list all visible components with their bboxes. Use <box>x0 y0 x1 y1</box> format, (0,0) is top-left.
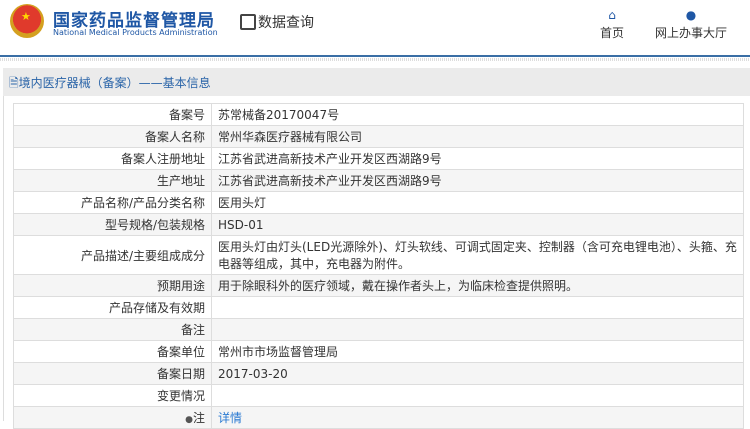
bulb-icon: ● <box>185 415 193 425</box>
table-row: 备案单位 常州市市场监督管理局 <box>13 340 744 363</box>
row-value: 用于除眼科外的医疗领域，戴在操作者头上，为临床检查提供照明。 <box>211 274 744 297</box>
row-value: 医用头灯由灯头(LED光源除外)、灯头软线、可调式固定夹、控制器（含可充电锂电池… <box>211 235 744 275</box>
table-row: 产品名称/产品分类名称 医用头灯 <box>13 191 744 214</box>
row-value-text: HSD-01 <box>218 217 264 232</box>
row-label-text: 备案单位 <box>156 345 205 359</box>
data-query[interactable]: 数据查询 <box>240 12 314 32</box>
table-row: 型号规格/包装规格 HSD-01 <box>13 213 744 236</box>
row-value: 常州华森医疗器械有限公司 <box>211 125 744 148</box>
row-label: 备案单位 <box>13 340 212 363</box>
table-row: 变更情况 <box>13 384 744 407</box>
row-value: 医用头灯 <box>211 191 744 214</box>
row-label: 备案号 <box>13 103 212 126</box>
nav-home-label: 首页 <box>600 26 625 40</box>
row-label: 备案人名称 <box>13 125 212 148</box>
section-title: 境内医疗器械（备案）——基本信息 <box>18 76 211 90</box>
row-value: 详情 <box>211 406 744 429</box>
row-value <box>211 296 744 319</box>
row-value-text: 用于除眼科外的医疗领域，戴在操作者头上，为临床检查提供照明。 <box>218 279 579 293</box>
table-row: 备案人名称 常州华森医疗器械有限公司 <box>13 125 744 148</box>
row-label-text: 备案人注册地址 <box>120 152 205 166</box>
row-label: 备案日期 <box>13 362 212 385</box>
row-label-text: 型号规格/包装规格 <box>104 218 205 232</box>
row-value-text: 2017-03-20 <box>218 366 288 381</box>
row-value: 常州市市场监督管理局 <box>211 340 744 363</box>
detail-table: 备案号 苏常械备20170047号 备案人名称 常州华森医疗器械有限公司 备案人注册地址… <box>13 103 744 429</box>
row-value: HSD-01 <box>211 213 744 236</box>
divider <box>0 58 750 61</box>
row-value: 2017-03-20 <box>211 362 744 385</box>
row-label: 变更情况 <box>13 384 212 407</box>
section-title-bar: 🗎境内医疗器械（备案）——基本信息 <box>3 68 750 96</box>
row-label: 生产地址 <box>13 169 212 192</box>
row-value-text: 苏常械备20170047号 <box>218 108 340 122</box>
site-header: 国家药品监督管理局 National Medical Products Admi… <box>0 0 750 57</box>
row-label: 产品描述/主要组成成分 <box>13 235 212 275</box>
data-query-label: 数据查询 <box>258 15 314 31</box>
row-label-text: 预期用途 <box>156 279 205 293</box>
table-row: 备注 <box>13 318 744 341</box>
row-label: ●注 <box>13 406 212 429</box>
row-label: 型号规格/包装规格 <box>13 213 212 236</box>
detail-panel: 备案号 苏常械备20170047号 备案人名称 常州华森医疗器械有限公司 备案人注册地址… <box>3 96 750 429</box>
row-label-text: 产品存储及有效期 <box>108 301 205 315</box>
row-label-text: 生产地址 <box>156 174 205 188</box>
table-row: 备案日期 2017-03-20 <box>13 362 744 385</box>
user-icon: ● <box>685 8 697 22</box>
row-label: 预期用途 <box>13 274 212 297</box>
row-label: 产品名称/产品分类名称 <box>13 191 212 214</box>
row-label: 备注 <box>13 318 212 341</box>
row-value-text: 江苏省武进高新技术产业开发区西湖路9号 <box>218 174 442 188</box>
table-row: 产品描述/主要组成成分 医用头灯由灯头(LED光源除外)、灯头软线、可调式固定夹、… <box>13 235 744 275</box>
row-label: 备案人注册地址 <box>13 147 212 170</box>
home-icon: ⌂ <box>608 8 616 22</box>
row-value: 江苏省武进高新技术产业开发区西湖路9号 <box>211 169 744 192</box>
row-label-text: 备案号 <box>168 108 205 122</box>
row-label-text: 备注 <box>180 323 205 337</box>
table-row: 产品存储及有效期 <box>13 296 744 319</box>
row-value <box>211 318 744 341</box>
table-row: 生产地址 江苏省武进高新技术产业开发区西湖路9号 <box>13 169 744 192</box>
row-label-text: 产品名称/产品分类名称 <box>80 196 205 210</box>
row-label: 产品存储及有效期 <box>13 296 212 319</box>
table-row: 备案号 苏常械备20170047号 <box>13 103 744 126</box>
row-value-text: 常州华森医疗器械有限公司 <box>218 130 363 144</box>
row-label-text: 注 <box>192 411 205 425</box>
row-value: 江苏省武进高新技术产业开发区西湖路9号 <box>211 147 744 170</box>
row-label-text: 备案日期 <box>156 367 205 381</box>
row-value-text: 医用头灯 <box>218 196 267 210</box>
table-row: 备案人注册地址 江苏省武进高新技术产业开发区西湖路9号 <box>13 147 744 170</box>
row-value <box>211 384 744 407</box>
row-label-text: 产品描述/主要组成成分 <box>80 248 205 263</box>
row-value: 苏常械备20170047号 <box>211 103 744 126</box>
row-value-text: 江苏省武进高新技术产业开发区西湖路9号 <box>218 152 442 166</box>
row-value-text: 常州市市场监督管理局 <box>218 345 339 359</box>
row-value-text: 医用头灯由灯头(LED光源除外)、灯头软线、可调式固定夹、控制器（含可充电锂电池… <box>218 240 737 271</box>
nav-home[interactable]: ⌂ 首页 <box>600 8 624 41</box>
row-label-text: 变更情况 <box>156 389 205 403</box>
nav-online-hall-label: 网上办事大厅 <box>655 26 728 40</box>
table-row: 预期用途 用于除眼科外的医疗领域，戴在操作者头上，为临床检查提供照明。 <box>13 274 744 297</box>
site-subtitle: National Medical Products Administration <box>53 28 218 37</box>
search-document-icon <box>240 14 256 30</box>
table-row: ●注 详情 <box>13 406 744 429</box>
document-icon: 🗎 <box>9 76 19 90</box>
details-link[interactable]: 详情 <box>218 411 242 425</box>
national-emblem-logo <box>10 4 44 38</box>
row-label-text: 备案人名称 <box>144 130 205 144</box>
nav-online-hall[interactable]: ● 网上办事大厅 <box>655 8 727 41</box>
